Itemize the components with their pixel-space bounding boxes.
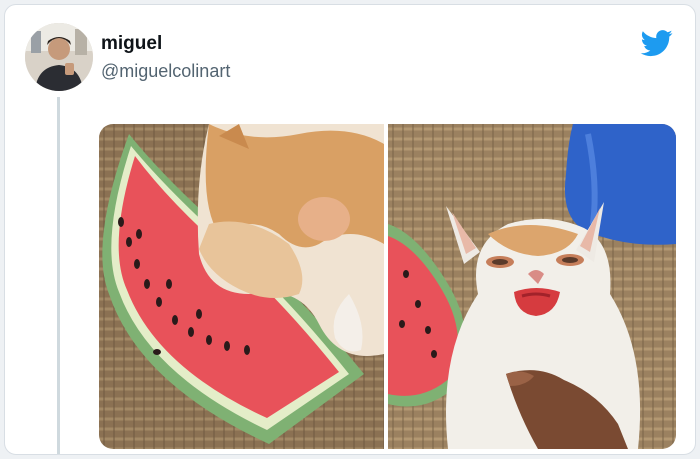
photo-kitten-after-watermelon[interactable] [388,124,676,449]
photo-cat-eating-watermelon[interactable] [99,124,384,449]
author-handle[interactable]: @miguelcolinart [101,61,230,82]
tweet-card[interactable]: miguel @miguelcolinart [4,4,696,455]
thread-line [57,97,60,454]
tweet-media[interactable] [99,124,676,449]
author-avatar[interactable] [25,23,93,91]
author-name[interactable]: miguel [101,33,162,55]
twitter-bird-icon[interactable] [639,27,675,59]
